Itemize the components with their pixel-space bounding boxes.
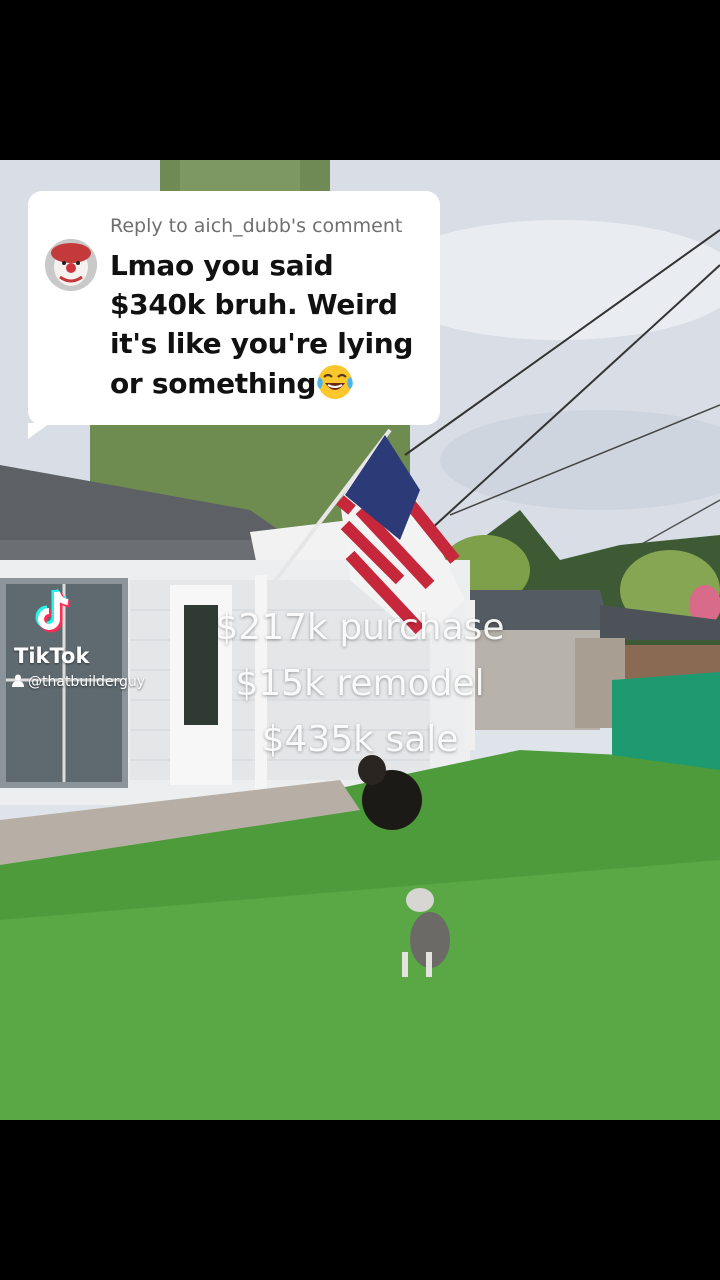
- username-text: @thatbuilderguy: [28, 674, 146, 690]
- reply-comment-text: Lmao you said $340k bruh. Weird it's lik…: [110, 246, 430, 403]
- speech-bubble-tail: [28, 423, 50, 439]
- video-frame[interactable]: Reply to aich_dubb's comment Lmao you sa…: [0, 160, 720, 1120]
- tiktok-brand: TikTok: [14, 644, 90, 668]
- purchase-text: $217k purchase: [215, 607, 505, 648]
- laughing-emoji-icon: [317, 365, 353, 399]
- price-overlay: $217k purchase $15k remodel $435k sale: [150, 600, 570, 768]
- tiktok-logo-icon: [35, 589, 71, 633]
- sale-text: $435k sale: [261, 719, 459, 760]
- reply-line: or something: [110, 363, 430, 403]
- reply-line: $340k bruh. Weird: [110, 288, 398, 321]
- clown-avatar-icon: [45, 239, 97, 291]
- avatar[interactable]: [45, 239, 97, 291]
- reply-line: it's like you're lying: [110, 327, 414, 360]
- remodel-text: $15k remodel: [235, 663, 485, 704]
- tiktok-username: @thatbuilderguy: [12, 674, 145, 690]
- reply-comment-card[interactable]: Reply to aich_dubb's comment Lmao you sa…: [28, 191, 440, 439]
- reply-line: Lmao you said: [110, 249, 334, 282]
- tiktok-watermark: TikTok @thatbuilderguy: [12, 588, 172, 698]
- reply-header: Reply to aich_dubb's comment: [110, 215, 403, 237]
- reply-line-text: or something: [110, 367, 317, 400]
- user-icon: [12, 674, 24, 687]
